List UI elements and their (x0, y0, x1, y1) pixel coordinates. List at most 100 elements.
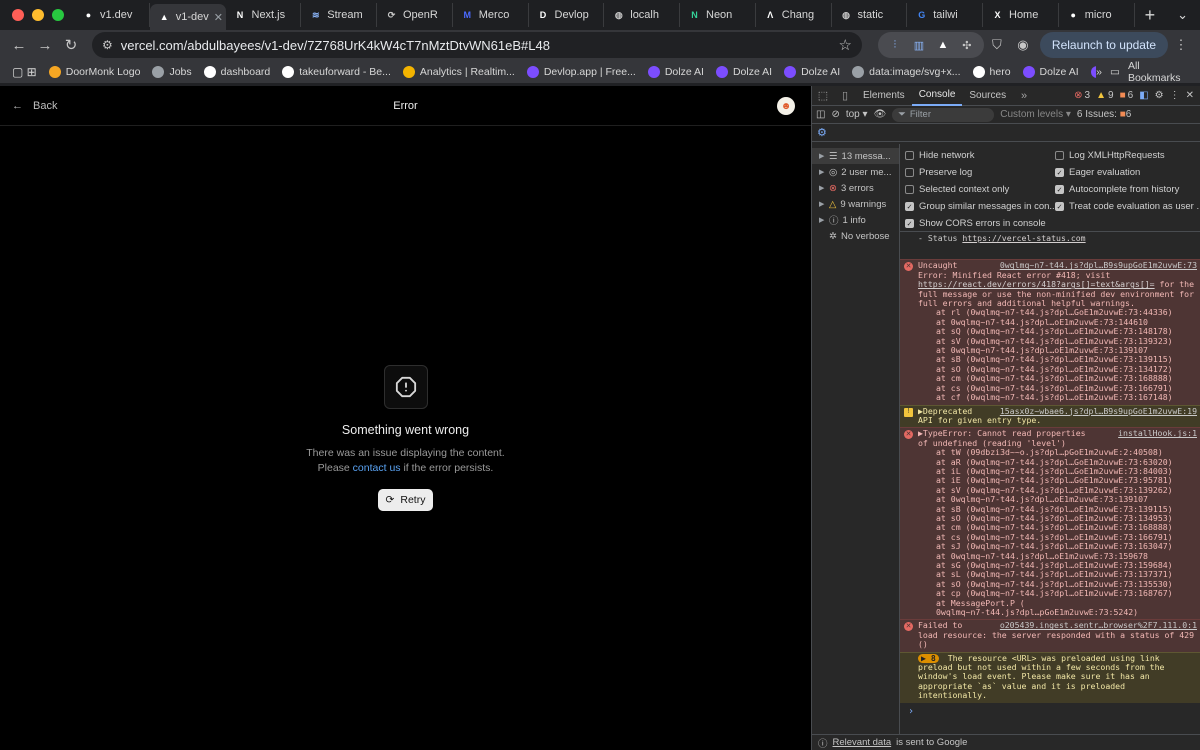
devtools-counts[interactable]: ⊗ 3 ▲ 9 ■ 6 ◧ ⚙ ⋮ ✕ (1074, 90, 1200, 101)
panel-extension-icon[interactable]: ▥ (910, 36, 928, 54)
console-setting-option[interactable]: Log XMLHttpRequests (1055, 147, 1200, 164)
checkbox[interactable]: ✓ (1055, 202, 1064, 211)
browser-tab[interactable]: Gtailwi (907, 3, 983, 27)
devtools-menu-icon[interactable]: ⋮ (1170, 90, 1180, 101)
status-link[interactable]: https://vercel-status.com (962, 233, 1085, 243)
browser-tab[interactable]: N Next.js (226, 3, 302, 27)
back-arrow-icon[interactable]: ← (6, 32, 32, 58)
console-setting-option[interactable]: Hide network (905, 147, 1055, 164)
console-setting-option[interactable]: ✓ Group similar messages in con... (905, 198, 1055, 215)
user-avatar[interactable]: ☻ (777, 97, 795, 115)
checkbox[interactable] (1055, 151, 1064, 160)
checkbox[interactable] (905, 185, 914, 194)
browser-tab[interactable]: X Home (983, 3, 1059, 27)
tab-sources[interactable]: Sources (962, 86, 1013, 106)
devtools-settings-icon[interactable]: ⚙ (1155, 90, 1164, 101)
console-sidebar-item[interactable]: ▶ ⓘ 1 info (812, 212, 899, 228)
console-sidebar-item[interactable]: ▶ ◎ 2 user me... (812, 164, 899, 180)
bookmark-item[interactable]: Dolze AI (778, 65, 846, 78)
bookmark-item[interactable]: Dolze AI (1017, 65, 1085, 78)
bookmark-item[interactable]: Dolze AI (1085, 65, 1097, 78)
checkbox[interactable] (905, 151, 914, 160)
issues-link[interactable]: 6 Issues: ■6 (1077, 109, 1131, 120)
tab-elements[interactable]: Elements (856, 86, 912, 106)
console-setting-option[interactable]: ✓ Show CORS errors in console (905, 215, 1055, 232)
contact-us-link[interactable]: contact us (353, 462, 401, 474)
console-setting-option[interactable]: Selected context only (905, 181, 1055, 198)
shield-icon[interactable]: ⛉ (984, 32, 1010, 58)
minimize-window-button[interactable] (32, 9, 44, 21)
err2-source-link[interactable]: installHook.js:1 (1118, 428, 1197, 438)
console-setting-option[interactable]: ✓ Eager evaluation (1055, 164, 1200, 181)
more-bookmarks-icon[interactable]: » (1096, 66, 1102, 78)
voice-extension-icon[interactable]: ⫶ (886, 36, 904, 54)
bookmark-item[interactable]: DoorMonk Logo (43, 65, 147, 78)
console-prompt[interactable]: › (900, 703, 1200, 716)
console-sidebar-item[interactable]: ▶ ⊗ 3 errors (812, 180, 899, 196)
ai-assistance-icon[interactable]: ◧ (1139, 90, 1148, 101)
console-settings-gear-icon[interactable]: ⚙ (817, 126, 827, 139)
apps-icon[interactable]: ▢ ⊞ (6, 65, 43, 79)
stack-frame[interactable]: 0wqlmq~n7-t44.js?dpl…pGoE1m2uvwE:73:5242… (936, 607, 1197, 617)
browser-tab[interactable]: ▲ v1-dev ✕ (149, 4, 226, 30)
console-sidebar-item[interactable]: ▶ △ 9 warnings (812, 196, 899, 212)
all-bookmarks-link[interactable]: All Bookmarks (1128, 60, 1190, 84)
filter-input[interactable]: ⏷ Filter (892, 107, 995, 122)
checkbox[interactable]: ✓ (905, 219, 914, 228)
tab-search-icon[interactable]: ⌄ (1165, 7, 1200, 23)
extension-puzzle-icon[interactable]: ✣ (958, 36, 976, 54)
checkbox[interactable]: ✓ (1055, 185, 1064, 194)
profile-avatar[interactable]: ◉ (1010, 32, 1036, 58)
bookmark-item[interactable]: takeuforward - Be... (276, 65, 397, 78)
bookmark-item[interactable]: dashboard (198, 65, 277, 78)
new-tab-button[interactable]: + (1135, 5, 1166, 26)
sidebar-toggle-icon[interactable]: ◫ (816, 109, 825, 120)
browser-tab[interactable]: ◍ localh (604, 3, 680, 27)
close-window-button[interactable] (12, 9, 24, 21)
menu-kebab-icon[interactable]: ⋮ (1168, 32, 1194, 58)
console-setting-option[interactable]: ✓ Autocomplete from history (1055, 181, 1200, 198)
reload-icon[interactable]: ↻ (58, 32, 84, 58)
forward-arrow-icon[interactable]: → (32, 32, 58, 58)
close-tab-icon[interactable]: ✕ (214, 11, 223, 24)
more-tabs-icon[interactable]: » (1013, 90, 1035, 102)
browser-tab[interactable]: ⟳ OpenR (377, 3, 453, 27)
device-toolbar-icon[interactable]: ▯ (834, 89, 856, 102)
bookmark-item[interactable]: Dolze AI (710, 65, 778, 78)
console-setting-option[interactable]: Preserve log (905, 164, 1055, 181)
console-sidebar-item[interactable]: ▶ ☰ 13 messa... (812, 148, 899, 164)
live-expression-icon[interactable]: 👁 (874, 109, 887, 120)
checkbox[interactable] (905, 168, 914, 177)
browser-tab[interactable]: N Neon (680, 3, 756, 27)
devtools-close-icon[interactable]: ✕ (1186, 90, 1194, 101)
bookmark-item[interactable]: Jobs (146, 65, 197, 78)
browser-tab[interactable]: D Devlop (529, 3, 605, 27)
context-selector[interactable]: top ▾ (846, 109, 868, 120)
tab-console[interactable]: Console (911, 86, 963, 106)
browser-tab[interactable]: Λ Chang (756, 3, 832, 27)
inspect-element-icon[interactable]: ⬚ (812, 89, 834, 102)
bookmark-item[interactable]: hero (967, 65, 1017, 78)
browser-tab[interactable]: ◍ static (832, 3, 908, 27)
bookmark-item[interactable]: Dolze AI (642, 65, 710, 78)
browser-tab[interactable]: ● micro (1059, 3, 1135, 27)
site-info-icon[interactable]: ⚙ (102, 38, 113, 52)
clear-console-icon[interactable]: ⊘ (831, 109, 839, 120)
vercel-extension-icon[interactable]: ▲ (934, 36, 952, 54)
back-button[interactable]: ← Back (0, 100, 57, 112)
relevant-data-link[interactable]: Relevant data (833, 737, 892, 748)
browser-tab[interactable]: ≋ Stream (301, 3, 377, 27)
retry-button[interactable]: ⟳ Retry (377, 489, 434, 511)
address-bar[interactable]: ⚙ vercel.com/abdulbayees/v1-dev/7Z768UrK… (92, 32, 862, 58)
browser-tab[interactable]: M Merco (453, 3, 529, 27)
stack-frame[interactable]: at cf (0wqlmq~n7-t44.js?dpl…oE1m2uvwE:73… (936, 392, 1197, 402)
checkbox[interactable]: ✓ (1055, 168, 1064, 177)
bookmark-star-icon[interactable]: ☆ (838, 36, 851, 54)
console-setting-option[interactable]: ✓ Treat code evaluation as user ... (1055, 198, 1200, 215)
bookmark-item[interactable]: data:image/svg+x... (846, 65, 966, 78)
bookmark-item[interactable]: Analytics | Realtim... (397, 65, 521, 78)
bookmark-item[interactable]: Devlop.app | Free... (521, 65, 642, 78)
relaunch-button[interactable]: Relaunch to update (1039, 32, 1168, 58)
browser-tab[interactable]: ● v1.dev (74, 3, 150, 27)
checkbox[interactable]: ✓ (905, 202, 914, 211)
